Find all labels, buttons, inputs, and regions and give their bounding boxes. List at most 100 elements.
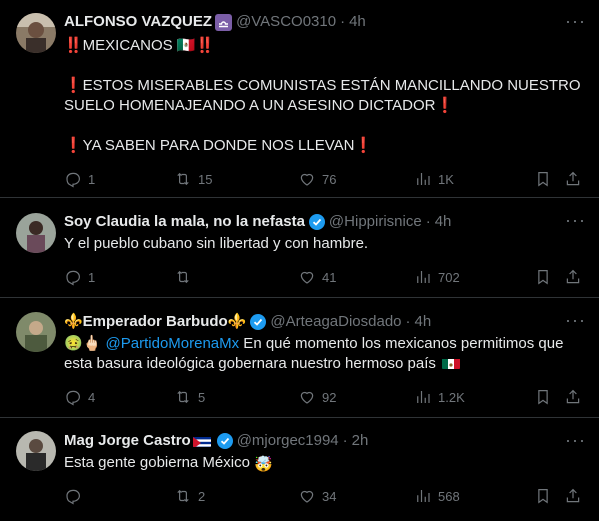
mexico-flag-icon — [442, 357, 461, 369]
separator-dot: · — [405, 313, 411, 330]
bookmark-icon — [534, 170, 552, 188]
bookmark-button[interactable] — [534, 267, 552, 287]
post-claudia[interactable]: Soy Claudia la mala, no la nefasta @Hipp… — [0, 199, 599, 298]
bookmark-button[interactable] — [534, 387, 552, 407]
reply-button[interactable]: 1 — [64, 169, 95, 189]
like-icon — [298, 388, 316, 406]
more-options-icon[interactable]: ··· — [565, 311, 585, 333]
post-jorge[interactable]: Mag Jorge Castro @mjorgec1994 · 2h Esta … — [0, 419, 599, 521]
share-button[interactable] — [564, 486, 582, 506]
more-options-icon[interactable]: ··· — [565, 211, 585, 233]
timestamp[interactable]: 4h — [435, 212, 452, 232]
bookmark-icon — [534, 487, 552, 505]
like-button[interactable]: 34 — [298, 486, 336, 506]
views-count: 568 — [438, 488, 460, 504]
emoji-prefix: 🤢🖕🏻 — [64, 335, 102, 352]
reply-icon — [64, 388, 82, 406]
bookmark-icon — [534, 268, 552, 286]
views-button[interactable]: 702 — [414, 267, 460, 287]
views-count: 1K — [438, 171, 454, 187]
post-line: ❗ESTOS MISERABLES COMUNISTAS ESTÁN MANCI… — [64, 77, 581, 114]
views-icon — [414, 487, 432, 505]
repost-icon — [174, 268, 192, 286]
bookmark-button[interactable] — [534, 169, 552, 189]
like-count: 41 — [322, 269, 337, 285]
avatar[interactable] — [16, 213, 56, 253]
post-alfonso[interactable]: ALFONSO VAZQUEZ @VASCO0310 · 4h ‼️MEXICA… — [0, 0, 599, 198]
separator-dot: · — [340, 13, 346, 30]
repost-count: 5 — [198, 389, 206, 405]
like-count: 76 — [322, 171, 337, 187]
repost-button[interactable]: 15 — [174, 169, 212, 189]
post-text: 🤢🖕🏻 @PartidoMorenaMx En qué momento los … — [64, 334, 583, 374]
verified-badge-icon — [308, 214, 325, 230]
share-button[interactable] — [564, 267, 582, 287]
repost-button[interactable]: 2 — [174, 486, 205, 506]
share-button[interactable] — [564, 387, 582, 407]
reply-button[interactable]: 1 — [64, 267, 95, 287]
more-options-icon[interactable]: ··· — [565, 431, 585, 453]
like-icon — [298, 170, 316, 188]
more-options-icon[interactable]: ··· — [565, 12, 585, 34]
bookmark-icon — [534, 388, 552, 406]
post-header: Soy Claudia la mala, no la nefasta @Hipp… — [64, 212, 583, 232]
display-name[interactable]: Soy Claudia la mala, no la nefasta — [64, 212, 305, 232]
reply-count: 1 — [88, 269, 96, 285]
share-button[interactable] — [564, 169, 582, 189]
separator-dot: · — [425, 213, 431, 230]
timestamp[interactable]: 4h — [349, 12, 366, 32]
mention-link[interactable]: @PartidoMorenaMx — [106, 335, 240, 352]
share-icon — [564, 268, 582, 286]
post-line: ❗YA SABEN PARA DONDE NOS LLEVAN❗ — [64, 137, 374, 154]
views-count: 1.2K — [438, 389, 465, 405]
exploding-head-emoji: 🤯 — [254, 456, 273, 473]
timestamp[interactable]: 2h — [352, 431, 369, 451]
separator-dot: · — [342, 432, 348, 449]
post-text: Esta gente gobierna México 🤯 — [64, 453, 583, 475]
views-button[interactable]: 568 — [414, 486, 460, 506]
display-name[interactable]: Mag Jorge Castro — [64, 431, 191, 451]
user-handle[interactable]: @ArteagaDiosdado — [270, 312, 401, 332]
repost-count: 15 — [198, 171, 213, 187]
avatar[interactable] — [16, 312, 56, 352]
like-button[interactable]: 41 — [298, 267, 336, 287]
avatar[interactable] — [16, 13, 56, 53]
display-name[interactable]: ⚜️Emperador Barbudo⚜️ — [64, 312, 246, 332]
like-icon — [298, 268, 316, 286]
reply-count: 1 — [88, 171, 96, 187]
display-name[interactable]: ALFONSO VAZQUEZ — [64, 12, 212, 32]
like-button[interactable]: 92 — [298, 387, 336, 407]
post-header: ALFONSO VAZQUEZ @VASCO0310 · 4h — [64, 12, 583, 32]
repost-count: 2 — [198, 488, 206, 504]
user-handle[interactable]: @VASCO0310 — [236, 12, 336, 32]
reply-icon — [64, 487, 82, 505]
user-handle[interactable]: @mjorgec1994 — [237, 431, 339, 451]
repost-button[interactable]: 5 — [174, 387, 205, 407]
post-header: ⚜️Emperador Barbudo⚜️ @ArteagaDiosdado ·… — [64, 312, 583, 332]
like-count: 34 — [322, 488, 337, 504]
post-text: ‼️MEXICANOS 🇲🇽‼️ ❗ESTOS MISERABLES COMUN… — [64, 36, 583, 156]
bookmark-button[interactable] — [534, 486, 552, 506]
views-button[interactable]: 1K — [414, 169, 454, 189]
reply-button[interactable] — [64, 486, 88, 506]
share-icon — [564, 170, 582, 188]
repost-icon — [174, 487, 192, 505]
verified-badge-icon — [250, 314, 267, 330]
repost-icon — [174, 388, 192, 406]
repost-button[interactable] — [174, 267, 198, 287]
views-button[interactable]: 1.2K — [414, 387, 465, 407]
user-handle[interactable]: @Hippirisnice — [329, 212, 422, 232]
libra-sign-icon — [215, 13, 233, 31]
share-icon — [564, 388, 582, 406]
avatar[interactable] — [16, 431, 56, 471]
views-icon — [414, 170, 432, 188]
reply-icon — [64, 268, 82, 286]
post-line: ‼️MEXICANOS 🇲🇽‼️ — [64, 37, 215, 54]
like-button[interactable]: 76 — [298, 169, 336, 189]
reply-count: 4 — [88, 389, 96, 405]
reply-button[interactable]: 4 — [64, 387, 95, 407]
post-line: Y el pueblo cubano sin libertad y con ha… — [64, 235, 369, 252]
timestamp[interactable]: 4h — [415, 312, 432, 332]
post-emperador[interactable]: ⚜️Emperador Barbudo⚜️ @ArteagaDiosdado ·… — [0, 299, 599, 418]
repost-icon — [174, 170, 192, 188]
